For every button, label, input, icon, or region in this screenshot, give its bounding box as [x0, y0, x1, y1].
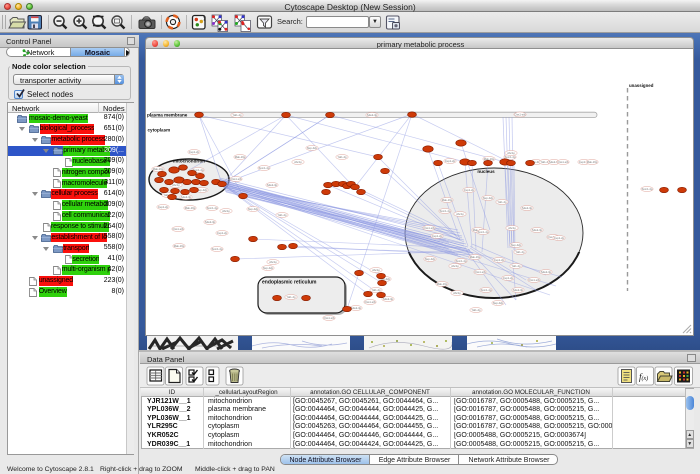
- svg-text:mitochondrion: mitochondrion: [173, 159, 205, 164]
- svg-text:Sxm1-4p: Sxm1-4p: [481, 288, 492, 292]
- svg-text:Yal1-4p: Yal1-4p: [337, 155, 347, 159]
- svg-text:Cup1-2p: Cup1-2p: [217, 231, 228, 235]
- svg-text:Abc1p: Abc1p: [372, 268, 380, 272]
- svg-text:Abc1p: Abc1p: [456, 212, 464, 216]
- svg-text:Yal1-4p: Yal1-4p: [277, 213, 287, 217]
- svg-text:Cup1-2p: Cup1-2p: [445, 159, 456, 163]
- svg-text:Sde2-3p: Sde2-3p: [513, 288, 524, 292]
- svg-text:Cup1-2p: Cup1-2p: [503, 276, 514, 280]
- svg-text:Cup1-2p: Cup1-2p: [432, 234, 443, 238]
- svg-text:Sde2-3p: Sde2-3p: [205, 220, 216, 224]
- svg-text:Cup1-2p: Cup1-2p: [494, 258, 505, 262]
- svg-text:Sxm1-4p: Sxm1-4p: [440, 209, 451, 213]
- svg-text:Mak-16p: Mak-16p: [153, 167, 164, 171]
- svg-text:Abc1p: Abc1p: [172, 183, 180, 187]
- svg-text:Mak-16p: Mak-16p: [185, 206, 196, 210]
- svg-text:Sde2-3p: Sde2-3p: [522, 206, 533, 210]
- svg-text:Sde2-3p: Sde2-3p: [541, 270, 552, 274]
- svg-text:Sde2-3p: Sde2-3p: [383, 297, 394, 301]
- svg-text:Sxm1-4p: Sxm1-4p: [259, 166, 270, 170]
- svg-text:Nup-42p: Nup-42p: [483, 196, 494, 200]
- svg-text:Sxm1-4p: Sxm1-4p: [478, 230, 489, 234]
- svg-text:Cup1-2p: Cup1-2p: [189, 150, 200, 154]
- svg-text:Abc1p: Abc1p: [451, 264, 459, 268]
- svg-text:Oxs1-stb: Oxs1-stb: [173, 227, 184, 231]
- svg-text:Sde2-3p: Sde2-3p: [181, 195, 192, 199]
- svg-text:unassigned: unassigned: [629, 83, 654, 88]
- svg-text:Sde2-3p: Sde2-3p: [267, 183, 278, 187]
- svg-text:Sde2-3p: Sde2-3p: [367, 113, 378, 117]
- svg-text:cytoplasm: cytoplasm: [148, 127, 171, 132]
- svg-text:Nup-42p: Nup-42p: [307, 146, 318, 150]
- svg-text:Nup-42p: Nup-42p: [263, 266, 274, 270]
- svg-text:Abc1p: Abc1p: [453, 291, 461, 295]
- svg-text:Nup-42p: Nup-42p: [493, 301, 504, 305]
- svg-text:Yal1-4p: Yal1-4p: [511, 264, 521, 268]
- svg-text:Sxm1-4p: Sxm1-4p: [207, 206, 218, 210]
- svg-text:Sxm1-4p: Sxm1-4p: [456, 259, 467, 263]
- svg-text:Oxs1-stb: Oxs1-stb: [558, 160, 569, 164]
- svg-text:Oxs1-stb: Oxs1-stb: [324, 316, 335, 320]
- svg-text:Cup1-2p: Cup1-2p: [464, 188, 475, 192]
- svg-text:nucleus: nucleus: [477, 169, 495, 174]
- svg-text:Oxs1-stb: Oxs1-stb: [365, 300, 376, 304]
- svg-text:Mak-16p: Mak-16p: [470, 255, 481, 259]
- svg-text:Cup1-2p: Cup1-2p: [158, 205, 169, 209]
- svg-text:Cup1-2p: Cup1-2p: [554, 236, 565, 240]
- svg-text:Nup-42p: Nup-42p: [248, 207, 259, 211]
- svg-text:Sde2-3p: Sde2-3p: [532, 228, 543, 232]
- svg-text:Yal1-4p: Yal1-4p: [471, 308, 481, 312]
- svg-text:Mak-16p: Mak-16p: [442, 198, 453, 202]
- svg-text:Oxs1-stb: Oxs1-stb: [424, 226, 435, 230]
- svg-text:Sde2-3p: Sde2-3p: [351, 306, 362, 310]
- svg-text:Abc1p: Abc1p: [294, 160, 302, 164]
- svg-text:Yal1-4p: Yal1-4p: [497, 200, 507, 204]
- svg-text:plasma membrane: plasma membrane: [147, 113, 188, 118]
- svg-text:Abc1p: Abc1p: [222, 209, 230, 213]
- svg-text:Oxs1-stb: Oxs1-stb: [475, 270, 486, 274]
- svg-text:Abc1p: Abc1p: [507, 151, 515, 155]
- svg-text:Yal1-4p: Yal1-4p: [371, 288, 381, 292]
- svg-text:Mak-16p: Mak-16p: [174, 244, 185, 248]
- svg-text:Nup-42p: Nup-42p: [425, 257, 436, 261]
- svg-text:Mak-16p: Mak-16p: [587, 160, 598, 164]
- svg-text:Mak-16p: Mak-16p: [437, 282, 448, 286]
- svg-text:Mak-16p: Mak-16p: [235, 155, 246, 159]
- svg-text:Oxs1-stb: Oxs1-stb: [529, 278, 540, 282]
- svg-text:Yal1-4p: Yal1-4p: [232, 113, 242, 117]
- svg-text:Yal1-4p: Yal1-4p: [515, 250, 525, 254]
- svg-text:Oxs1-stb: Oxs1-stb: [515, 113, 526, 117]
- svg-text:Sxm1-4p: Sxm1-4p: [212, 247, 223, 251]
- svg-text:Nup-42p: Nup-42p: [511, 243, 522, 247]
- svg-text:endoplasmic reticulum: endoplasmic reticulum: [262, 280, 317, 286]
- svg-text:Oxs1-stb: Oxs1-stb: [231, 177, 242, 181]
- svg-text:Abc1p: Abc1p: [269, 260, 277, 264]
- svg-text:Sxm1-4p: Sxm1-4p: [642, 187, 653, 191]
- svg-text:Abc1p: Abc1p: [508, 226, 516, 230]
- svg-text:Yal1-4p: Yal1-4p: [286, 295, 296, 299]
